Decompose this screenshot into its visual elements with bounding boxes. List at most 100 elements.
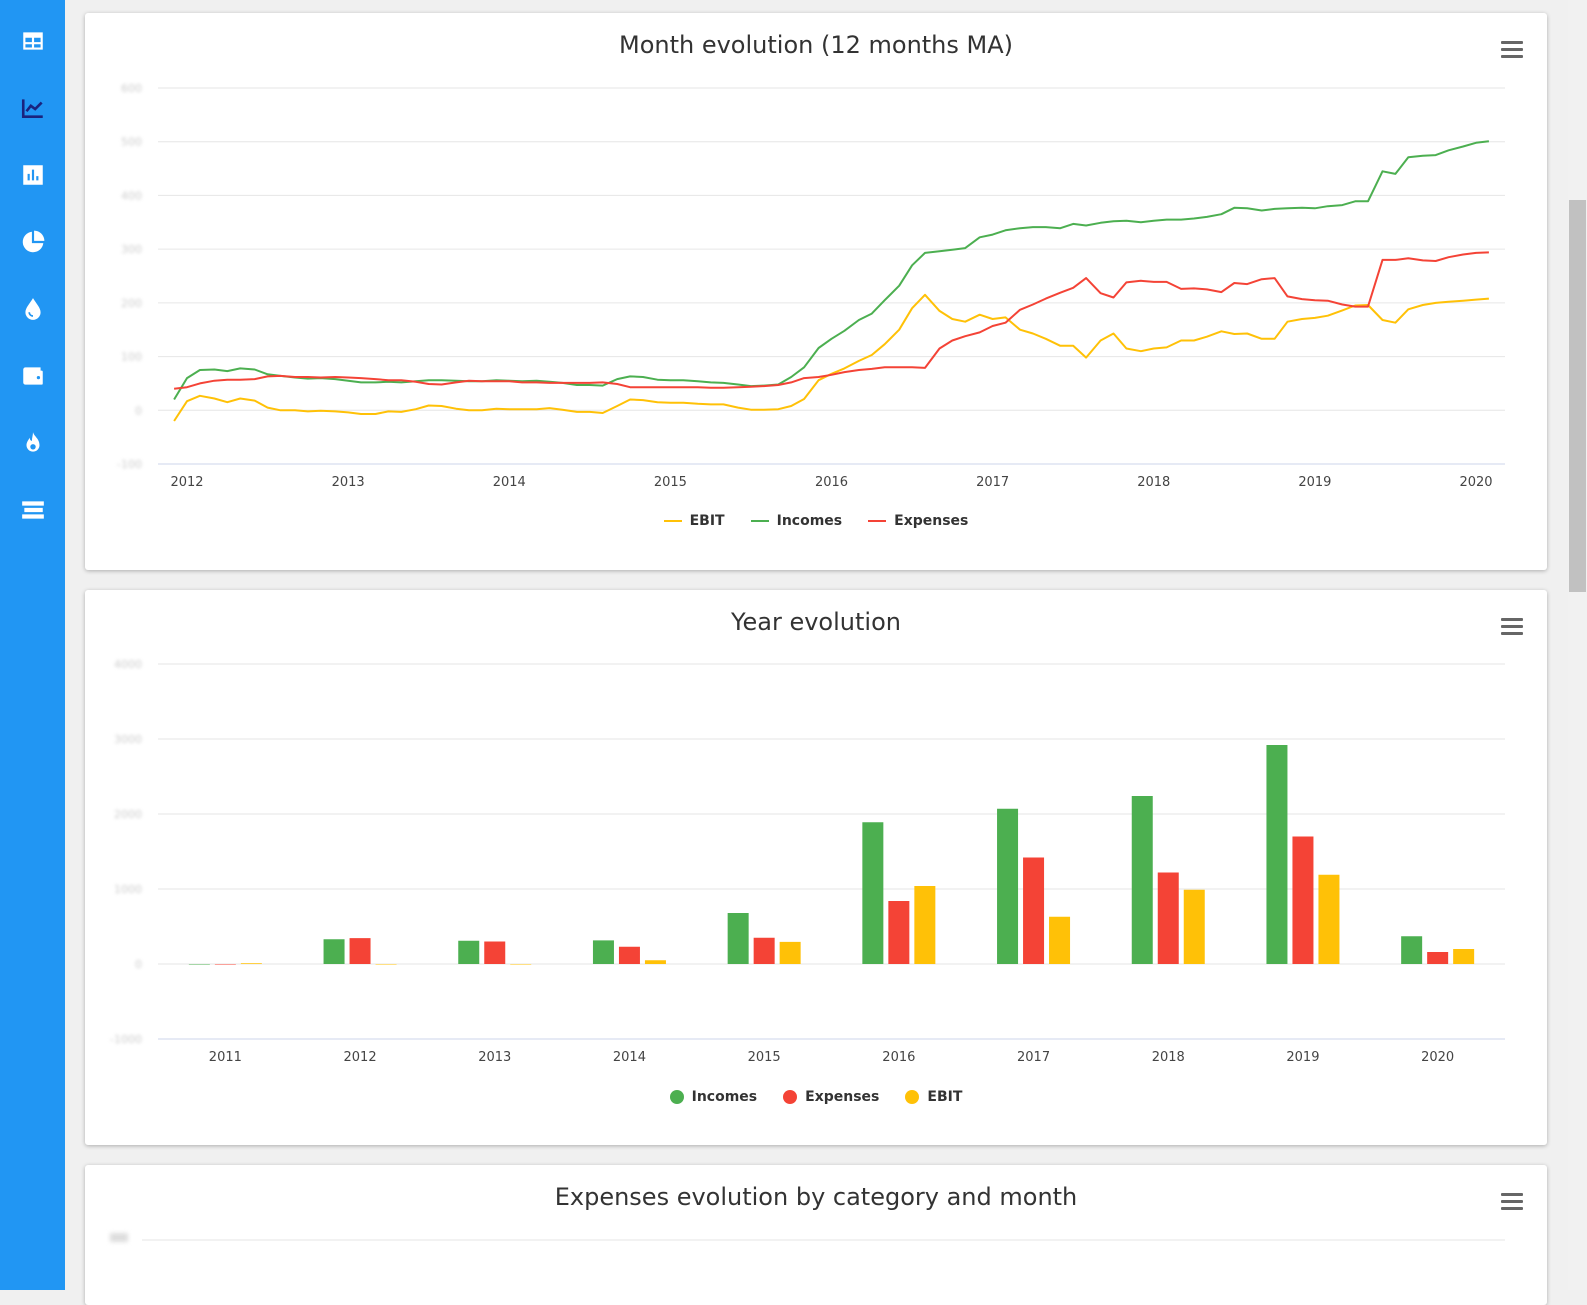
x-tick-label: 2020	[1421, 1050, 1454, 1065]
bar-expenses	[1292, 836, 1314, 964]
x-tick-label: 2011	[209, 1050, 242, 1065]
bar-expenses	[1023, 857, 1045, 964]
x-tick-label: 2014	[493, 475, 526, 490]
scrollbar-thumb[interactable]	[1569, 200, 1586, 592]
legend-label: Incomes	[776, 513, 843, 529]
bar-ebit	[914, 886, 936, 964]
year-evolution-card: Year evolution -1000 0 1000 2000 3000 4000 201…	[85, 590, 1547, 1145]
legend-dot-expenses	[783, 1090, 798, 1104]
expenses-by-category-card: Expenses evolution by category and month	[85, 1165, 1547, 1305]
legend-item-ebit[interactable]: EBIT	[905, 1089, 962, 1105]
month-chart-legend: EBIT Incomes Expenses	[85, 513, 1547, 529]
bar-incomes	[458, 940, 480, 964]
x-tick-label: 2019	[1286, 1050, 1319, 1065]
y-tick-label: 1000	[114, 883, 142, 896]
legend-label: Expenses	[805, 1089, 880, 1105]
legend-line-expenses	[868, 520, 887, 522]
x-tick-label: 2017	[1017, 1050, 1050, 1065]
nav-pie-chart[interactable]	[0, 220, 65, 264]
bar-expenses	[888, 901, 910, 964]
nav-water[interactable]	[0, 287, 65, 331]
x-tick-label: 2018	[1137, 475, 1170, 490]
scrollbar[interactable]	[1568, 0, 1587, 1290]
legend-item-expenses[interactable]: Expenses	[783, 1089, 879, 1105]
water-drop-icon	[24, 298, 41, 320]
x-tick-label: 2019	[1298, 475, 1331, 490]
line-chart-icon	[21, 99, 43, 118]
x-tick-label: 2013	[332, 475, 365, 490]
y-tick-label: 0	[135, 404, 142, 417]
x-tick-label: 2012	[170, 475, 203, 490]
month-evolution-chart: -100 0 100 200 300 400 500 600 2012 2013 2014 2015 2…	[117, 82, 1505, 490]
y-tick-label: 500	[121, 136, 142, 149]
nav-line-chart[interactable]	[0, 86, 65, 130]
legend-label: Incomes	[691, 1089, 758, 1105]
sidebar	[0, 0, 65, 1290]
bar-incomes	[727, 913, 749, 964]
x-tick-label: 2016	[882, 1050, 915, 1065]
bar-ebit	[240, 963, 262, 964]
nav-wallet[interactable]	[0, 354, 65, 398]
legend-label: EBIT	[689, 513, 725, 529]
bar-incomes	[997, 808, 1019, 964]
x-tick-label: 2020	[1459, 475, 1492, 490]
x-tick-label: 2012	[344, 1050, 377, 1065]
bar-ebit	[1318, 874, 1340, 964]
y-tick-label: -100	[117, 458, 142, 471]
nav-fire[interactable]	[0, 421, 65, 465]
bar-expenses	[1157, 872, 1179, 964]
pie-chart-icon	[22, 230, 44, 253]
x-tick-label: 2015	[748, 1050, 781, 1065]
x-tick-label: 2017	[976, 475, 1009, 490]
y-tick-label: 600	[121, 82, 142, 95]
blurred-y-tick	[110, 1233, 128, 1242]
series-line-incomes	[173, 140, 1490, 401]
legend-line-incomes	[750, 520, 769, 522]
legend-label: Expenses	[894, 513, 969, 529]
y-tick-label: 400	[121, 189, 142, 202]
bar-incomes	[188, 964, 210, 965]
y-tick-label: 100	[121, 351, 142, 364]
y-tick-label: 3000	[114, 733, 142, 746]
bar-expenses	[618, 946, 640, 964]
bar-expenses	[484, 941, 506, 964]
nav-list[interactable]	[0, 488, 65, 532]
legend-dot-ebit	[905, 1090, 920, 1104]
bar-ebit	[779, 941, 801, 964]
bar-ebit	[644, 960, 666, 964]
bar-chart-icon	[22, 165, 43, 185]
nav-table[interactable]	[0, 19, 65, 63]
series-line-ebit	[173, 293, 1489, 422]
y-tick-label: 200	[121, 297, 142, 310]
y-tick-label: -1000	[110, 1033, 142, 1046]
x-tick-label: 2018	[1152, 1050, 1185, 1065]
x-tick-label: 2016	[815, 475, 848, 490]
bar-incomes	[1401, 936, 1423, 964]
legend-item-incomes[interactable]: Incomes	[750, 513, 843, 529]
list-icon	[21, 501, 44, 519]
bar-expenses	[1427, 952, 1449, 964]
year-evolution-chart: -1000 0 1000 2000 3000 4000 2011 2012 2013 2014 20…	[110, 658, 1505, 1065]
table-icon	[22, 32, 43, 50]
bar-incomes	[862, 822, 884, 964]
bar-ebit	[375, 964, 397, 965]
bar-expenses	[349, 938, 371, 964]
nav-bar-chart[interactable]	[0, 153, 65, 197]
y-tick-label: 300	[121, 243, 142, 256]
legend-line-ebit	[663, 520, 682, 522]
fire-icon	[26, 432, 39, 452]
bar-expenses	[214, 964, 236, 965]
bar-incomes	[1131, 796, 1153, 964]
y-tick-label: 4000	[114, 658, 142, 671]
y-tick-label: 0	[135, 958, 142, 971]
legend-item-expenses[interactable]: Expenses	[868, 513, 968, 529]
bar-incomes	[323, 939, 345, 964]
x-tick-label: 2015	[654, 475, 687, 490]
year-chart-legend: Incomes Expenses EBIT	[85, 1089, 1547, 1105]
y-tick-label: 2000	[114, 808, 142, 821]
category-chart	[110, 1233, 1505, 1242]
legend-item-incomes[interactable]: Incomes	[669, 1089, 758, 1105]
legend-item-ebit[interactable]: EBIT	[663, 513, 725, 529]
bar-ebit	[1183, 889, 1205, 964]
x-tick-label: 2013	[478, 1050, 511, 1065]
